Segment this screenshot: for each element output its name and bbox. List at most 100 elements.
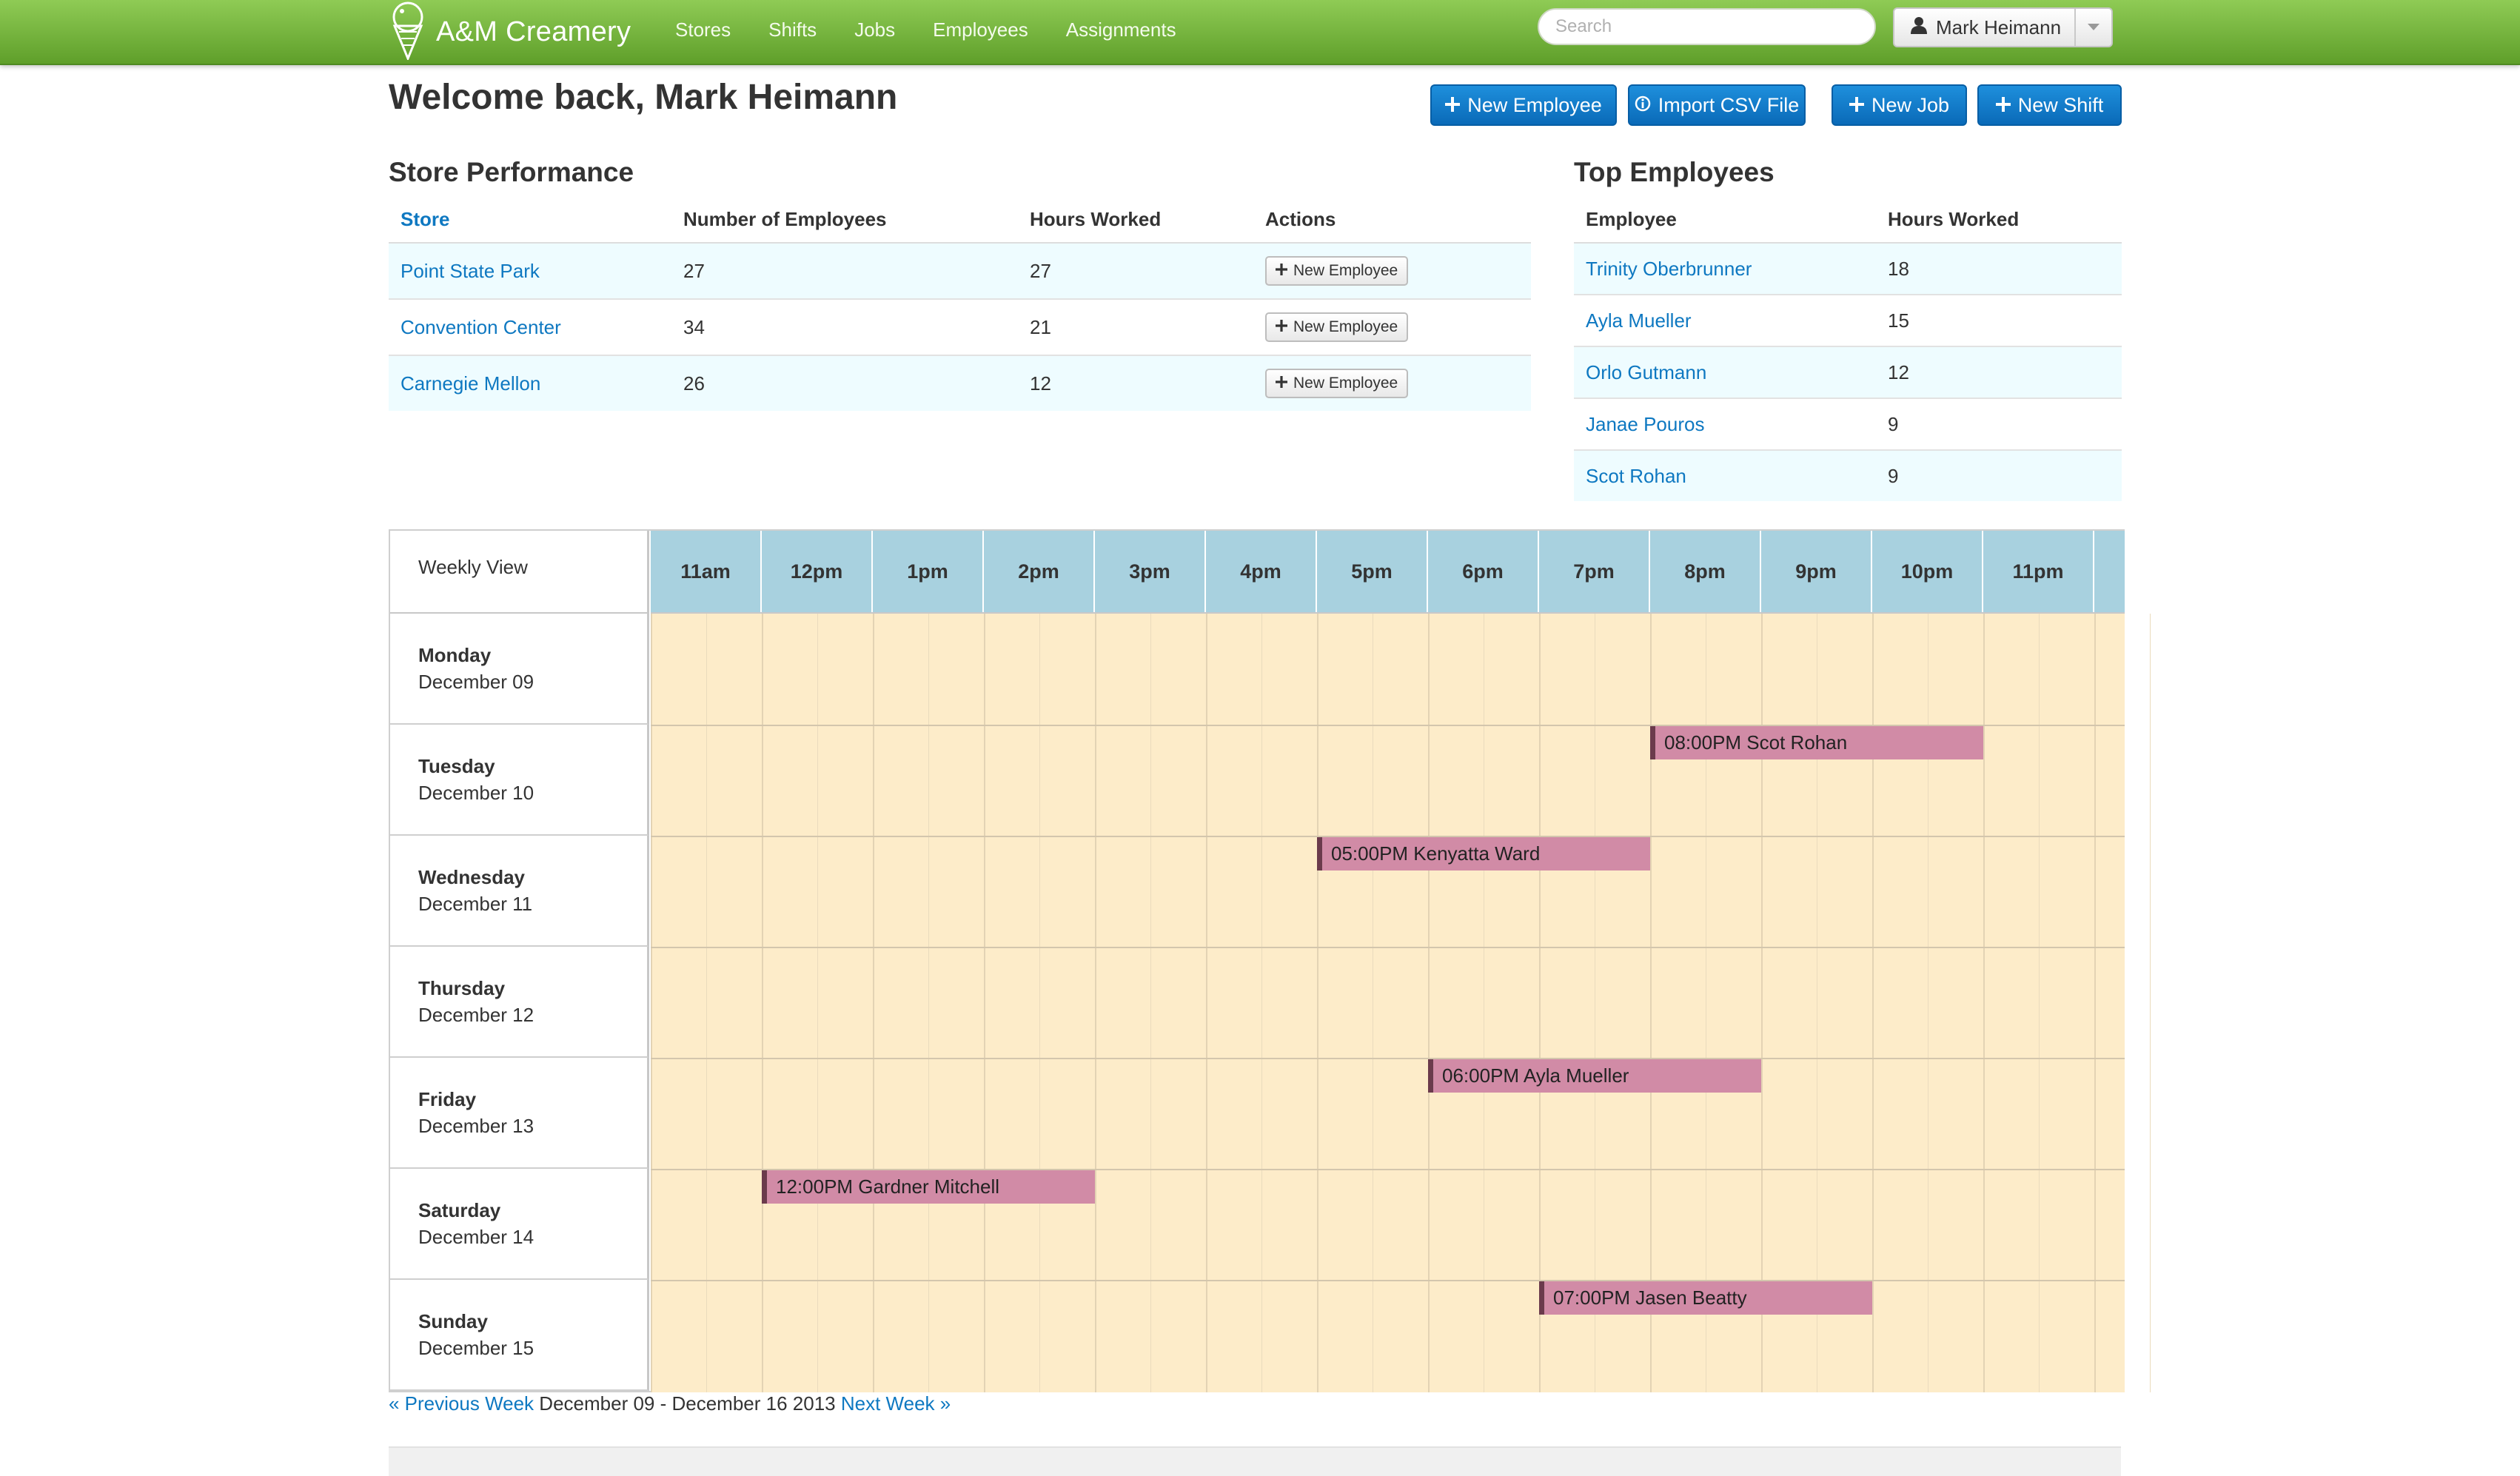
top-employees-title: Top Employees (1574, 157, 1775, 187)
nav-link-employees[interactable]: Employees (933, 19, 1028, 41)
day-date: December 13 (418, 1115, 535, 1137)
employee-cell: Scot Rohan (1574, 449, 1876, 501)
half-hour-gridline (928, 614, 929, 1392)
day-gridline (651, 1058, 2125, 1059)
column-header-actions: Actions (1253, 196, 1531, 244)
column-header-employee: Employee (1574, 196, 1876, 244)
store-cell: Convention Center (389, 298, 671, 355)
table-row: Janae Pouros 9 (1574, 397, 2122, 450)
hours-cell: 18 (1876, 242, 2122, 295)
employee-cell: Trinity Oberbrunner (1574, 242, 1876, 295)
row-new-employee-button[interactable]: New Employee (1265, 369, 1409, 398)
actions-cell: New Employee (1253, 242, 1531, 299)
brand-logo-link[interactable]: A&M Creamery (389, 0, 631, 64)
hours-cell: 15 (1876, 294, 2122, 346)
nav-link-shifts[interactable]: Shifts (768, 19, 817, 41)
store-link[interactable]: Convention Center (401, 316, 561, 338)
shift-block[interactable]: 12:00PM Gardner Mitchell (762, 1170, 1095, 1204)
caret-down-icon[interactable] (2076, 9, 2111, 46)
table-row: Carnegie Mellon 26 12 New Employee (389, 355, 1531, 411)
day-name: Sunday (418, 1310, 488, 1332)
day-name: Monday (418, 644, 492, 666)
half-hour-gridline (2039, 614, 2040, 1392)
actions-cell: New Employee (1253, 298, 1531, 355)
employee-link[interactable]: Trinity Oberbrunner (1586, 258, 1752, 280)
day-gridline (651, 947, 2125, 948)
hour-label: 5pm (1317, 531, 1428, 612)
calendar-hour-header: 11am 12pm 1pm 2pm 3pm 4pm 5pm 6pm 7pm 8pm 9pm 10pm 1… (651, 531, 2125, 614)
day-label: Saturday December 14 (390, 1169, 649, 1280)
hours-cell: 9 (1876, 397, 2122, 450)
plus-icon (1849, 94, 1864, 117)
half-hour-gridline (1261, 614, 1262, 1392)
weekly-view-label: Weekly View (390, 531, 649, 614)
row-new-employee-label: New Employee (1293, 375, 1398, 392)
hour-gridline (984, 614, 985, 1392)
table-row: Point State Park 27 27 New Employee (389, 242, 1531, 299)
hour-gridline (1095, 614, 1096, 1392)
day-date: December 14 (418, 1226, 535, 1248)
user-name: Mark Heimann (1936, 16, 2062, 38)
employee-link[interactable]: Janae Pouros (1586, 413, 1704, 435)
top-navbar: A&M Creamery Stores Shifts Jobs Employee… (0, 0, 2520, 65)
new-employee-label: New Employee (1467, 93, 1602, 116)
new-job-label: New Job (1871, 93, 1950, 116)
employee-cell: Orlo Gutmann (1574, 346, 1876, 398)
half-hour-gridline (1039, 614, 1040, 1392)
hours-cell: 21 (1018, 298, 1253, 355)
employee-link[interactable]: Scot Rohan (1586, 465, 1686, 487)
hour-gridline (1539, 614, 1541, 1392)
nav-link-jobs[interactable]: Jobs (854, 19, 895, 41)
table-row: Convention Center 34 21 New Employee (389, 298, 1531, 355)
hour-label: 1pm (873, 531, 984, 612)
hour-label: 2pm (984, 531, 1095, 612)
column-header-store[interactable]: Store (389, 196, 671, 244)
column-header-hours: Hours Worked (1018, 196, 1253, 244)
hour-label: 3pm (1095, 531, 1206, 612)
user-icon (1911, 16, 1927, 39)
new-shift-button[interactable]: New Shift (1977, 84, 2122, 126)
employee-link[interactable]: Orlo Gutmann (1586, 361, 1706, 383)
column-header-hours: Hours Worked (1876, 196, 2122, 244)
store-link[interactable]: Point State Park (401, 260, 540, 282)
store-performance-table: Store Number of Employees Hours Worked A… (389, 196, 1531, 411)
import-csv-button[interactable]: Import CSV File (1628, 84, 1806, 126)
table-header-row: Store Number of Employees Hours Worked A… (389, 196, 1531, 244)
plus-icon (1276, 262, 1287, 280)
next-week-link[interactable]: Next Week » (841, 1392, 951, 1415)
new-job-button[interactable]: New Job (1832, 84, 1967, 126)
nav-link-stores[interactable]: Stores (675, 19, 731, 41)
brand-name: A&M Creamery (436, 16, 631, 47)
search-input[interactable] (1538, 8, 1876, 45)
import-csv-label: Import CSV File (1658, 93, 1800, 116)
half-hour-gridline (1150, 614, 1151, 1392)
plus-icon (1276, 375, 1287, 392)
top-employees-table: Employee Hours Worked Trinity Oberbrunne… (1574, 196, 2122, 501)
row-new-employee-button[interactable]: New Employee (1265, 256, 1409, 286)
hour-label: 6pm (1428, 531, 1539, 612)
day-label: Thursday December 12 (390, 947, 649, 1058)
employee-link[interactable]: Ayla Mueller (1586, 309, 1692, 332)
row-new-employee-label: New Employee (1293, 262, 1398, 279)
half-hour-gridline (706, 614, 707, 1392)
user-menu-button[interactable]: Mark Heimann (1893, 7, 2113, 47)
table-header-row: Employee Hours Worked (1574, 196, 2122, 244)
shift-block[interactable]: 07:00PM Jasen Beatty (1539, 1281, 1872, 1315)
employee-cell: Ayla Mueller (1574, 294, 1876, 346)
day-label: Monday December 09 (390, 614, 649, 725)
shift-block[interactable]: 06:00PM Ayla Mueller (1428, 1059, 1761, 1093)
shift-block[interactable]: 08:00PM Scot Rohan (1650, 726, 1983, 759)
day-date: December 10 (418, 782, 535, 804)
sort-by-store-link[interactable]: Store (401, 208, 449, 230)
hours-cell: 9 (1876, 449, 2122, 501)
main-nav: Stores Shifts Jobs Employees Assignments (675, 0, 1214, 59)
ice-cream-logo-icon (389, 1, 427, 64)
nav-link-assignments[interactable]: Assignments (1066, 19, 1176, 41)
new-employee-button[interactable]: New Employee (1430, 84, 1617, 126)
shift-block[interactable]: 05:00PM Kenyatta Ward (1317, 837, 1650, 870)
store-link[interactable]: Carnegie Mellon (401, 372, 540, 395)
previous-week-link[interactable]: « Previous Week (389, 1392, 534, 1415)
user-name-button[interactable]: Mark Heimann (1894, 9, 2076, 46)
hour-gridline (651, 614, 652, 1392)
row-new-employee-button[interactable]: New Employee (1265, 312, 1409, 342)
